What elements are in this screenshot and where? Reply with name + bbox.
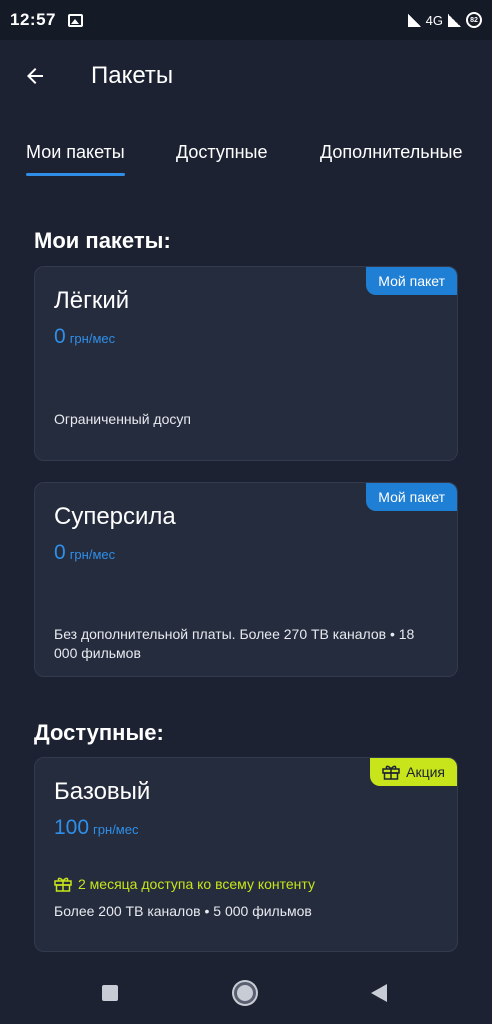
signal-icon	[407, 13, 421, 27]
package-price: 0 грн/мес	[54, 325, 115, 349]
page-title: Пакеты	[91, 62, 174, 89]
package-name: Базовый	[54, 778, 151, 805]
promo-line: 2 месяца доступа ко всему контенту	[54, 876, 315, 892]
gift-icon	[382, 765, 400, 780]
signal-icon-2	[448, 13, 461, 27]
section-title-my: Мои пакеты:	[34, 228, 171, 253]
back-button[interactable]	[0, 40, 70, 112]
package-description: Ограниченный досуп	[54, 411, 191, 427]
price-unit: грн/мес	[69, 547, 116, 562]
tab-bar: Мои пакеты Доступные Дополнительные	[0, 126, 492, 184]
circle-icon[interactable]	[234, 982, 256, 1004]
price-value: 0	[54, 541, 66, 564]
system-nav-bar	[0, 960, 492, 1024]
price-value: 100	[54, 816, 90, 839]
package-name: Суперсила	[54, 503, 176, 530]
price-value: 0	[54, 325, 66, 348]
package-price: 0 грн/мес	[54, 541, 115, 565]
square-icon[interactable]	[102, 985, 118, 1001]
package-card-light[interactable]: Мой пакет Лёгкий 0 грн/мес Ограниченный д…	[34, 266, 458, 461]
package-price: 100 грн/мес	[54, 816, 138, 840]
package-card-superpower[interactable]: Мой пакет Суперсила 0 грн/мес Без дополни…	[34, 482, 458, 677]
my-package-badge: Мой пакет	[366, 267, 457, 295]
image-notification-icon	[67, 13, 83, 27]
price-unit: грн/мес	[69, 331, 116, 346]
package-description: Без дополнительной платы. Более 270 ТВ к…	[54, 626, 415, 661]
back-arrow-icon	[27, 68, 43, 84]
package-card-basic[interactable]: Акция Базовый 100 грн/мес 2 месяца доступ…	[34, 757, 458, 952]
triangle-back-icon[interactable]	[371, 984, 387, 1002]
network-type: 4G	[425, 12, 443, 28]
package-description: Более 200 ТВ каналов • 5 000 фильмов	[54, 903, 312, 919]
gift-icon	[54, 877, 72, 892]
promo-badge: Акция	[370, 758, 457, 786]
tab-my-packages[interactable]: Мои пакеты	[26, 126, 125, 180]
tab-available[interactable]: Доступные	[176, 126, 268, 163]
status-time: 12:57	[10, 10, 56, 29]
app-bar: Пакеты	[0, 40, 492, 112]
promo-text: 2 месяца доступа ко всему контенту	[78, 876, 315, 892]
price-unit: грн/мес	[93, 822, 139, 837]
package-name: Лёгкий	[54, 287, 130, 314]
status-bar: 12:57 4G 82	[0, 0, 492, 40]
tab-additional[interactable]: Дополнительные	[320, 126, 463, 163]
battery-icon: 82	[466, 12, 482, 28]
section-title-available: Доступные:	[34, 720, 164, 745]
promo-badge-label: Акция	[406, 764, 445, 780]
status-right: 4G 82	[407, 12, 482, 28]
my-package-badge: Мой пакет	[366, 483, 457, 511]
